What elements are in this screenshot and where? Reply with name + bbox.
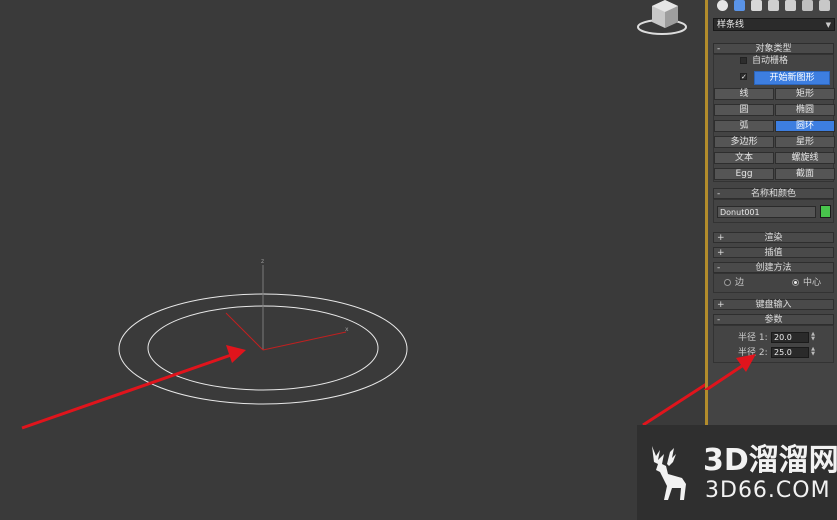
- rollout-collapse-icon: -: [717, 189, 721, 199]
- rollout-title: 参数: [764, 315, 783, 325]
- rollout-title: 创建方法: [755, 263, 792, 273]
- lights-tab-icon[interactable]: [751, 0, 762, 11]
- helpers-tab-icon[interactable]: [785, 0, 796, 11]
- rollout-expand-icon: +: [717, 300, 725, 310]
- radio-edge[interactable]: [724, 279, 731, 286]
- gizmo-x-label: x: [345, 326, 349, 333]
- shape-button[interactable]: 圆环: [775, 120, 835, 132]
- rollout-title: 对象类型: [755, 44, 792, 54]
- rollout-object-type[interactable]: - 对象类型: [713, 43, 834, 54]
- rollout-keyboard-entry[interactable]: + 键盘输入: [713, 299, 834, 310]
- rollout-title: 插值: [764, 248, 783, 258]
- radio-center-label: 中心: [803, 278, 822, 288]
- arrow-overlay: [703, 354, 756, 390]
- autogrid-label: 自动栅格: [752, 56, 789, 66]
- chevron-down-icon: ▼: [825, 21, 831, 29]
- shape-button[interactable]: 线: [714, 88, 774, 100]
- object-name-field[interactable]: Donut001: [717, 206, 816, 218]
- rollout-interpolation[interactable]: + 插值: [713, 247, 834, 258]
- category-dropdown[interactable]: 样条线 ▼: [713, 18, 835, 31]
- command-panel-tabs: [713, 0, 837, 14]
- annotation-arrow-left: [21, 345, 246, 430]
- radio-edge-label: 边: [735, 278, 745, 288]
- rollout-name-color[interactable]: - 名称和颜色: [713, 188, 834, 199]
- autogrid-checkbox[interactable]: [740, 57, 747, 64]
- object-color-swatch[interactable]: [820, 205, 831, 218]
- shape-button[interactable]: 矩形: [775, 88, 835, 100]
- geometry-tab-icon[interactable]: [717, 0, 728, 11]
- rollout-expand-icon: +: [717, 248, 725, 258]
- rollout-expand-icon: +: [717, 233, 725, 243]
- shape-button[interactable]: 弧: [714, 120, 774, 132]
- start-new-shape-checkbox[interactable]: ✓: [740, 73, 747, 81]
- shape-button[interactable]: 星形: [775, 136, 835, 148]
- shape-button[interactable]: Egg: [714, 168, 774, 180]
- rollout-rendering[interactable]: + 渲染: [713, 232, 834, 243]
- watermark-title: 3D溜溜网: [703, 443, 837, 478]
- watermark-url: 3D66.COM: [705, 478, 831, 503]
- radio-center[interactable]: [792, 279, 799, 286]
- rollout-title: 键盘输入: [755, 300, 792, 310]
- shape-button[interactable]: 截面: [775, 168, 835, 180]
- rollout-collapse-icon: -: [717, 263, 721, 273]
- watermark-deer-logo: [652, 444, 686, 500]
- spacewarps-tab-icon[interactable]: [802, 0, 813, 11]
- shape-button[interactable]: 文本: [714, 152, 774, 164]
- rollout-collapse-icon: -: [717, 315, 721, 325]
- rollout-collapse-icon: -: [717, 44, 721, 54]
- shape-button[interactable]: 多边形: [714, 136, 774, 148]
- category-dropdown-value: 样条线: [717, 20, 745, 30]
- viewport-perspective[interactable]: z x: [0, 0, 705, 520]
- shapes-tab-icon[interactable]: [734, 0, 745, 11]
- shape-button[interactable]: 椭圆: [775, 104, 835, 116]
- pivot-gizmo: z x: [225, 258, 349, 351]
- rollout-parameters[interactable]: - 参数: [713, 314, 834, 325]
- shape-button[interactable]: 螺旋线: [775, 152, 835, 164]
- shape-button[interactable]: 圆: [714, 104, 774, 116]
- gizmo-z-label: z: [261, 258, 264, 265]
- start-new-shape-button[interactable]: 开始新图形: [754, 71, 830, 85]
- cameras-tab-icon[interactable]: [768, 0, 779, 11]
- viewcube[interactable]: [637, 0, 687, 35]
- systems-tab-icon[interactable]: [819, 0, 830, 11]
- viewport-canvas: z x: [21, 0, 705, 430]
- rollout-title: 渲染: [764, 233, 783, 243]
- annotation-arrow-right: [642, 383, 705, 427]
- rollout-title: 名称和颜色: [750, 189, 796, 199]
- rollout-creation-method[interactable]: - 创建方法: [713, 262, 834, 273]
